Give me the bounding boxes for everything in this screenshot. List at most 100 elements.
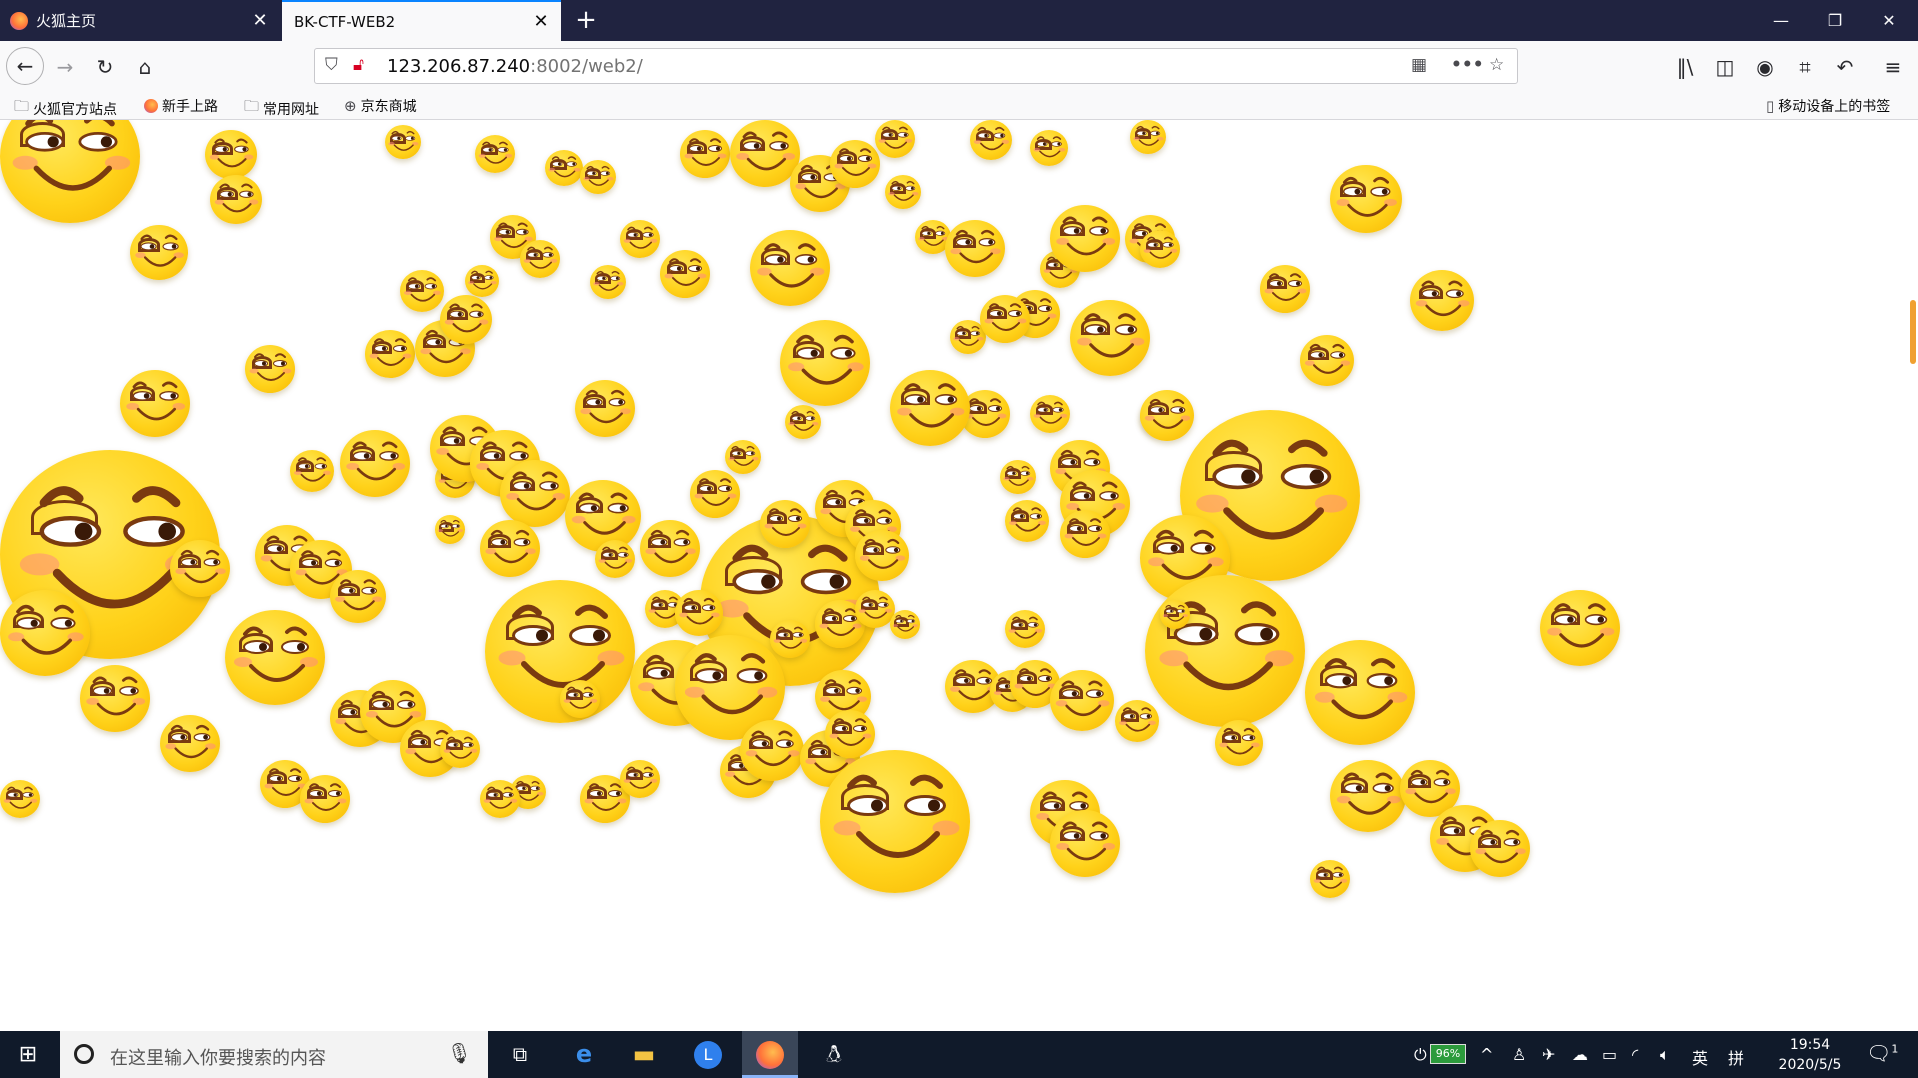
- globe-icon: ⊕: [344, 97, 357, 115]
- back-button[interactable]: ←: [6, 47, 44, 85]
- screenshot-icon[interactable]: ⌗: [1788, 50, 1822, 84]
- url-path: :8002/web2/: [530, 56, 643, 77]
- smiley-face-icon: [590, 265, 626, 300]
- close-icon[interactable]: ✕: [531, 11, 551, 32]
- smiley-face-icon: [1000, 460, 1036, 495]
- insecure-lock-icon[interactable]: 🔓︎: [353, 55, 364, 75]
- tray-app-icon[interactable]: ♙: [1512, 1045, 1526, 1064]
- smiley-face-icon: [520, 240, 560, 278]
- smiley-face-icon: [1115, 700, 1159, 742]
- page-content: [0, 120, 1918, 1031]
- bookmark-label: 移动设备上的书签: [1778, 99, 1891, 115]
- power-plug-icon[interactable]: ⏻: [1414, 1045, 1427, 1065]
- firefox-icon: [10, 11, 28, 30]
- url-text[interactable]: 123.206.87.240:8002/web2/: [387, 56, 643, 77]
- bookmark-common-sites[interactable]: 🗀 常用网址: [244, 96, 319, 121]
- smiley-face-icon: [620, 220, 660, 258]
- smiley-face-icon: [785, 405, 821, 440]
- smiley-face-icon: [690, 470, 740, 518]
- wifi-icon[interactable]: ◜: [1632, 1045, 1638, 1064]
- scrollbar[interactable]: [1904, 120, 1918, 1031]
- mobile-icon: ▯: [1766, 97, 1775, 115]
- bookmark-getting-started[interactable]: 新手上路: [144, 96, 218, 116]
- tab-bk-ctf-web2[interactable]: BK-CTF-WEB2 ✕: [282, 0, 561, 41]
- restore-button[interactable]: ❐: [1812, 0, 1858, 41]
- smiley-face-icon: [465, 265, 499, 298]
- task-view-icon[interactable]: ⧉: [492, 1031, 548, 1078]
- smiley-face-icon: [1130, 120, 1166, 155]
- tab-firefox-home[interactable]: 火狐主页 ✕: [0, 0, 280, 41]
- file-explorer-icon[interactable]: ▬: [616, 1031, 672, 1078]
- smiley-face-icon: [780, 320, 870, 406]
- smiley-face-icon: [1140, 230, 1180, 268]
- firefox-taskbar-icon[interactable]: [742, 1031, 798, 1078]
- folder-icon: 🗀: [244, 97, 260, 115]
- smiley-face-icon: [300, 775, 350, 823]
- taskbar-clock[interactable]: 19:54 2020/5/5: [1768, 1035, 1852, 1075]
- clock-app-icon[interactable]: L: [680, 1031, 736, 1078]
- tab-title: BK-CTF-WEB2: [294, 12, 396, 31]
- close-icon[interactable]: ✕: [250, 10, 270, 31]
- smiley-face-icon: [945, 220, 1005, 277]
- smiley-face-icon: [560, 680, 600, 718]
- smiley-face-icon: [120, 370, 190, 437]
- smiley-face-icon: [1330, 165, 1402, 234]
- url-bar[interactable]: ⛉ 🔓︎ 123.206.87.240:8002/web2/ ▦ ••• ☆: [314, 48, 1518, 84]
- page-actions-icon[interactable]: •••: [1451, 55, 1484, 75]
- smiley-face-icon: [210, 175, 262, 225]
- volume-icon[interactable]: 🔈︎: [1660, 1045, 1670, 1065]
- notification-icon[interactable]: 🗨︎1: [1866, 1041, 1898, 1065]
- firefox-icon: [144, 99, 158, 113]
- tab-strip: 火狐主页 ✕ BK-CTF-WEB2 ✕ + — ❐ ✕: [0, 0, 1918, 41]
- smiley-face-icon: [1050, 670, 1114, 731]
- smiley-face-icon: [1140, 390, 1194, 442]
- battery-indicator[interactable]: 96%: [1430, 1044, 1466, 1064]
- windows-start-icon[interactable]: ⊞: [0, 1031, 56, 1078]
- smiley-face-icon: [740, 720, 804, 781]
- taskbar-search[interactable]: 在这里输入你要搜索的内容 🎙︎: [60, 1031, 488, 1078]
- smiley-face-icon: [875, 120, 915, 158]
- undo-icon[interactable]: ↶: [1828, 50, 1862, 84]
- smiley-face-icon: [890, 610, 920, 639]
- sidebar-icon[interactable]: ◫: [1708, 50, 1742, 84]
- bookmark-star-icon[interactable]: ☆: [1489, 55, 1504, 75]
- smiley-face-icon: [435, 515, 465, 544]
- scrollbar-thumb[interactable]: [1910, 300, 1916, 364]
- account-icon[interactable]: ◉: [1748, 50, 1782, 84]
- new-tab-button[interactable]: +: [570, 4, 602, 36]
- shield-icon[interactable]: ⛉: [325, 55, 338, 75]
- smiley-face-icon: [500, 460, 570, 527]
- onedrive-icon[interactable]: ☁: [1572, 1045, 1588, 1064]
- microphone-icon[interactable]: 🎙︎: [447, 1041, 472, 1065]
- ime-mode[interactable]: 拼: [1728, 1045, 1744, 1069]
- smiley-face-icon: [1070, 300, 1150, 376]
- qq-icon[interactable]: 🐧︎: [806, 1031, 862, 1078]
- smiley-face-icon: [1030, 130, 1068, 167]
- home-button[interactable]: ⌂: [128, 50, 162, 84]
- smiley-face-icon: [160, 715, 220, 772]
- navigation-toolbar: ← → ↻ ⌂ ⛉ 🔓︎ 123.206.87.240:8002/web2/ ▦…: [0, 41, 1918, 92]
- tray-bird-icon[interactable]: ✈: [1542, 1045, 1555, 1064]
- bookmark-firefox-official[interactable]: 🗀 火狐官方站点: [14, 96, 117, 121]
- qr-code-icon[interactable]: ▦: [1411, 55, 1427, 75]
- minimize-button[interactable]: —: [1758, 0, 1804, 41]
- edge-icon[interactable]: e: [556, 1031, 612, 1078]
- window-close-button[interactable]: ✕: [1866, 0, 1912, 41]
- chevron-up-icon[interactable]: ^: [1480, 1045, 1493, 1064]
- smiley-face-icon: [545, 150, 583, 187]
- reload-button[interactable]: ↻: [88, 50, 122, 84]
- cortana-icon[interactable]: [74, 1044, 94, 1064]
- smiley-face-icon: [340, 430, 410, 497]
- library-icon[interactable]: ‖\: [1668, 50, 1702, 84]
- battery-icon[interactable]: ▭: [1602, 1045, 1617, 1064]
- ime-language[interactable]: 英: [1692, 1045, 1708, 1069]
- smiley-face-icon: [855, 590, 895, 628]
- smiley-face-icon: [0, 120, 140, 223]
- clock-date: 2020/5/5: [1778, 1057, 1842, 1073]
- forward-button[interactable]: →: [48, 50, 82, 84]
- smiley-face-icon: [440, 730, 480, 768]
- bookmark-jd-mall[interactable]: ⊕ 京东商城: [344, 96, 417, 116]
- smiley-face-icon: [475, 135, 515, 173]
- mobile-bookmarks[interactable]: ▯ 移动设备上的书签: [1766, 96, 1890, 116]
- menu-icon[interactable]: ≡: [1876, 50, 1910, 84]
